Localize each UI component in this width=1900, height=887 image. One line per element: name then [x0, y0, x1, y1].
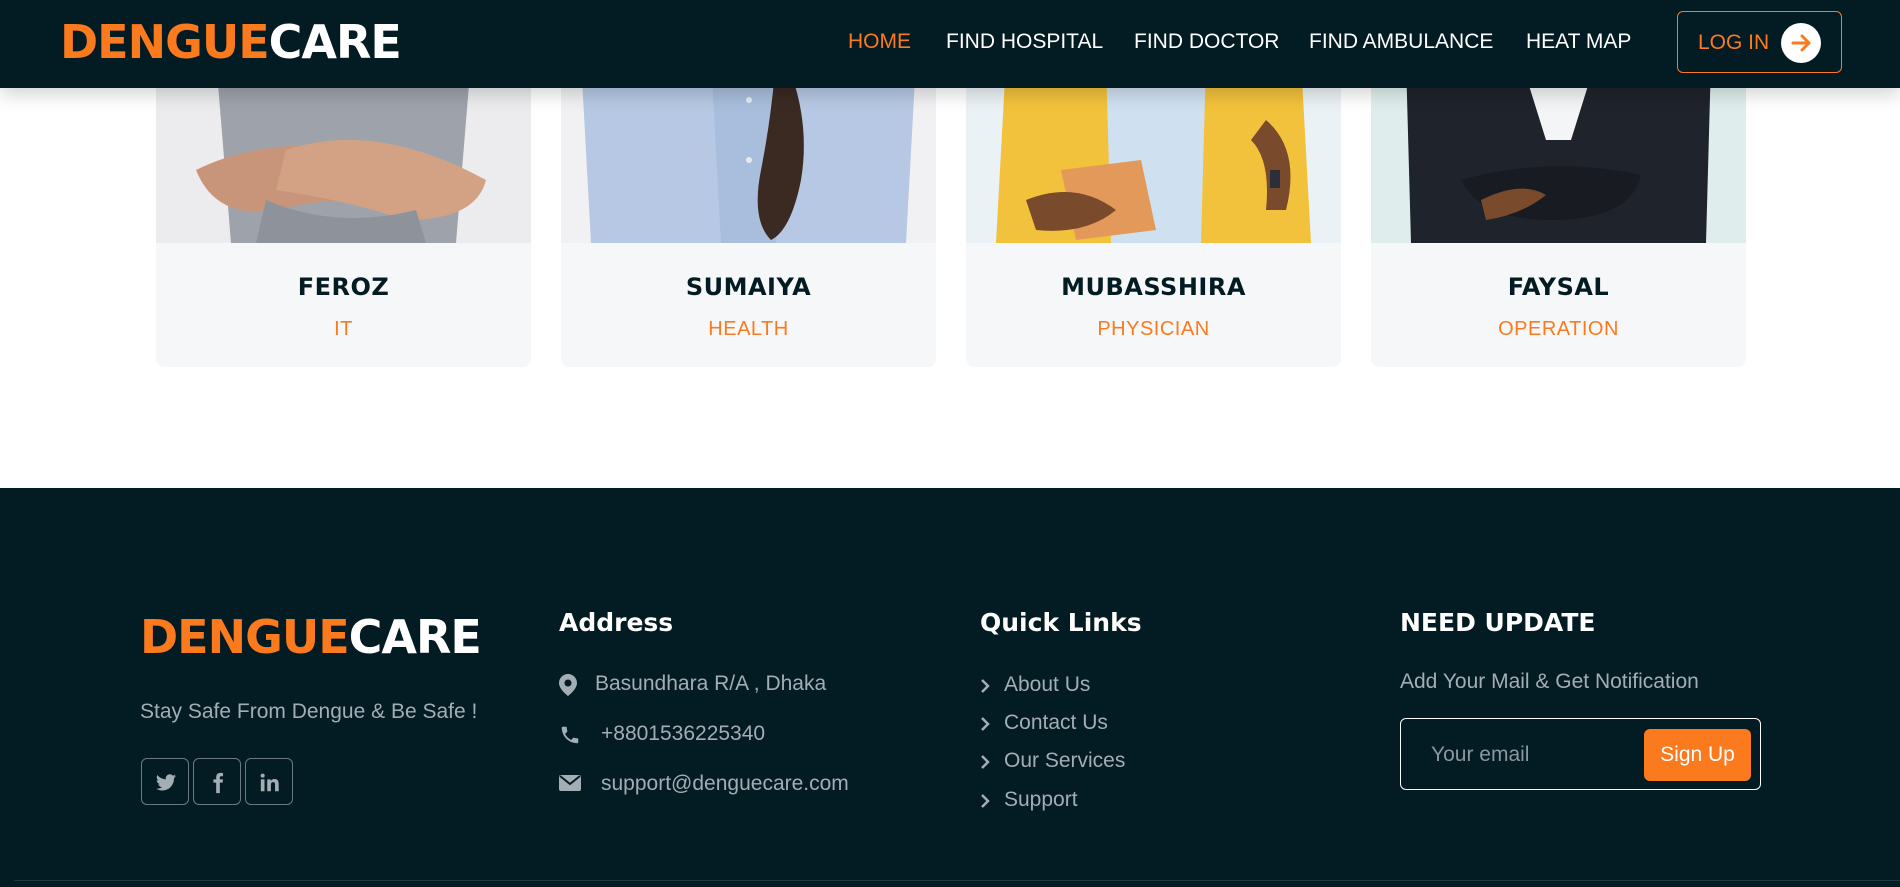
nav-find-ambulance[interactable]: FIND AMBULANCE — [1309, 29, 1493, 55]
quick-link-label: Contact Us — [1004, 711, 1108, 734]
quick-links-heading: Quick Links — [980, 608, 1142, 637]
chevron-right-icon — [980, 679, 990, 698]
team-member-name: FEROZ — [297, 273, 390, 301]
chevron-right-icon — [980, 794, 990, 813]
nav-menu: HOME FIND HOSPITAL FIND DOCTOR FIND AMBU… — [0, 29, 1900, 59]
team-member-role: HEALTH — [708, 318, 789, 340]
footer-logo-part2: CARE — [348, 610, 482, 664]
login-button-label: LOG IN — [1698, 31, 1770, 54]
phone-icon — [559, 724, 581, 751]
page: FEROZ IT SUMAIYA HEALTH MUBASSHIRA PHYSI… — [0, 0, 1900, 887]
nav-home[interactable]: HOME — [848, 29, 911, 55]
quick-link-label: About Us — [1004, 673, 1091, 696]
team-card-sumaiya: SUMAIYA HEALTH — [561, 60, 936, 367]
arrow-right-icon — [1781, 23, 1821, 63]
quick-link-label: Our Services — [1004, 749, 1126, 772]
envelope-icon — [559, 774, 581, 797]
chevron-right-icon — [980, 717, 990, 736]
address-heading: Address — [559, 608, 674, 637]
nav-heat-map[interactable]: HEAT MAP — [1526, 29, 1631, 55]
facebook-icon — [213, 772, 224, 794]
team-member-name: MUBASSHIRA — [1061, 273, 1246, 301]
team-member-name: SUMAIYA — [685, 273, 812, 301]
footer-divider — [14, 880, 1900, 881]
map-pin-icon — [559, 674, 577, 701]
newsletter-heading: NEED UPDATE — [1400, 608, 1596, 637]
nav-find-doctor[interactable]: FIND DOCTOR — [1134, 29, 1279, 55]
login-button[interactable]: LOG IN — [1677, 11, 1842, 73]
address-phone-text: +8801536225340 — [601, 722, 766, 745]
team-member-role: OPERATION — [1498, 318, 1619, 340]
sign-up-button[interactable]: Sign Up — [1644, 729, 1751, 781]
twitter-button[interactable] — [141, 758, 189, 805]
newsletter-email-input[interactable] — [1431, 739, 1631, 771]
team-member-name: FAYSAL — [1507, 273, 1610, 301]
footer-logo[interactable]: DENGUECARE — [140, 610, 482, 664]
team-member-role: IT — [334, 318, 353, 340]
footer: DENGUECARE Stay Safe From Dengue & Be Sa… — [0, 488, 1900, 887]
newsletter-form: Sign Up — [1400, 718, 1761, 790]
footer-tagline: Stay Safe From Dengue & Be Safe ! — [140, 700, 478, 723]
address-email-text: support@denguecare.com — [601, 772, 849, 795]
quick-link-label: Support — [1004, 788, 1078, 811]
newsletter-description: Add Your Mail & Get Notification — [1400, 670, 1699, 693]
team-card-faysal: FAYSAL OPERATION — [1371, 60, 1746, 367]
linkedin-icon — [260, 773, 279, 792]
team-member-role: PHYSICIAN — [1097, 318, 1210, 340]
chevron-right-icon — [980, 755, 990, 774]
navbar: DENGUECARE HOME FIND HOSPITAL FIND DOCTO… — [0, 0, 1900, 88]
linkedin-button[interactable] — [245, 758, 293, 805]
facebook-button[interactable] — [193, 758, 241, 805]
nav-find-hospital[interactable]: FIND HOSPITAL — [946, 29, 1103, 55]
twitter-icon — [155, 774, 177, 791]
team-card-mubasshira: MUBASSHIRA PHYSICIAN — [966, 60, 1341, 367]
team-card-feroz: FEROZ IT — [156, 60, 531, 367]
footer-logo-part1: DENGUE — [140, 610, 350, 664]
address-location-text: Basundhara R/A , Dhaka — [595, 672, 827, 695]
